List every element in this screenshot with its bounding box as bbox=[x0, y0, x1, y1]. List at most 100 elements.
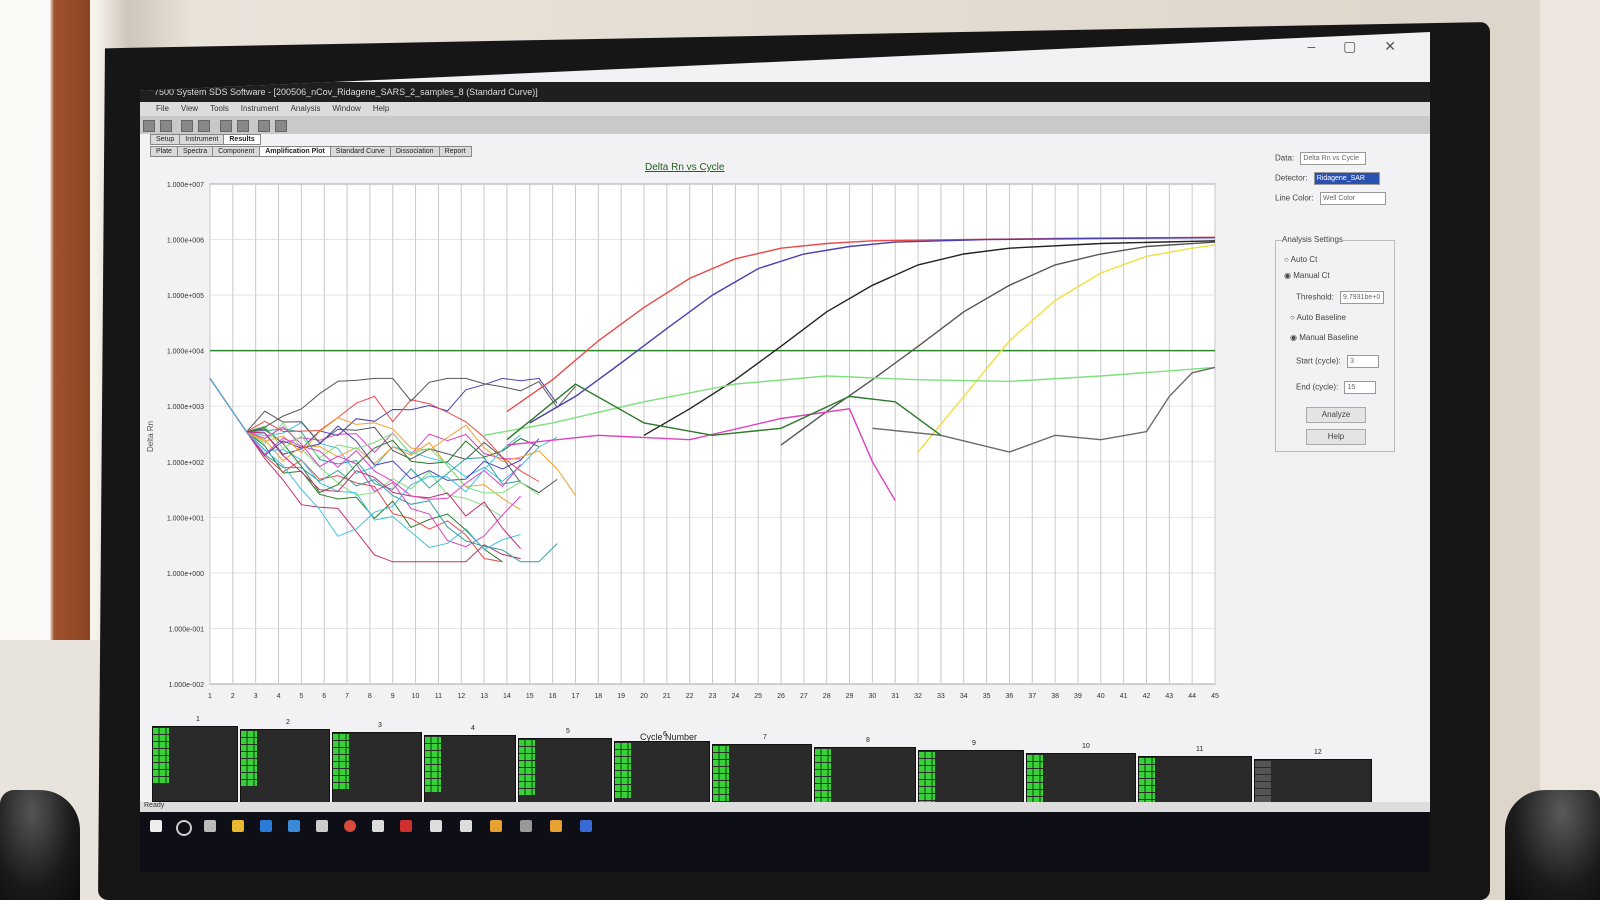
well[interactable] bbox=[919, 752, 935, 758]
plate-column-1[interactable] bbox=[152, 726, 238, 802]
well[interactable] bbox=[425, 772, 441, 778]
well[interactable] bbox=[241, 752, 257, 758]
well[interactable] bbox=[615, 764, 631, 770]
menu-item-view[interactable]: View bbox=[181, 104, 198, 113]
print-icon[interactable] bbox=[198, 120, 211, 132]
edge-icon[interactable] bbox=[260, 820, 272, 832]
well[interactable] bbox=[1139, 765, 1155, 771]
well[interactable] bbox=[713, 767, 729, 773]
menu-item-window[interactable]: Window bbox=[332, 104, 360, 113]
tab-instrument[interactable]: Instrument bbox=[179, 134, 225, 145]
well[interactable] bbox=[241, 731, 257, 737]
well[interactable] bbox=[425, 786, 441, 792]
people-icon[interactable] bbox=[550, 820, 562, 832]
well[interactable] bbox=[615, 785, 631, 791]
well[interactable] bbox=[815, 756, 831, 762]
well[interactable] bbox=[615, 757, 631, 763]
well[interactable] bbox=[333, 755, 349, 761]
well[interactable] bbox=[1027, 762, 1043, 768]
well[interactable] bbox=[615, 771, 631, 777]
well[interactable] bbox=[1139, 758, 1155, 764]
well[interactable] bbox=[615, 750, 631, 756]
well[interactable] bbox=[1139, 786, 1155, 792]
new-icon[interactable] bbox=[143, 120, 155, 132]
start-input[interactable]: 3 bbox=[1347, 355, 1380, 368]
well[interactable] bbox=[241, 766, 257, 772]
search-icon[interactable] bbox=[176, 820, 192, 836]
chrome-icon[interactable] bbox=[344, 820, 356, 832]
play-icon[interactable] bbox=[258, 120, 271, 132]
app-icon[interactable] bbox=[460, 820, 472, 832]
well[interactable] bbox=[615, 778, 631, 784]
well[interactable] bbox=[241, 780, 257, 786]
acrobat-icon[interactable] bbox=[400, 820, 412, 832]
well[interactable] bbox=[333, 748, 349, 754]
window-controls[interactable]: – ▢ ✕ bbox=[1307, 38, 1408, 55]
well[interactable] bbox=[713, 753, 729, 759]
well[interactable] bbox=[815, 791, 831, 797]
well[interactable] bbox=[815, 770, 831, 776]
well[interactable] bbox=[713, 760, 729, 766]
well[interactable] bbox=[153, 756, 169, 762]
well[interactable] bbox=[1255, 768, 1271, 774]
well[interactable] bbox=[1027, 755, 1043, 761]
well[interactable] bbox=[815, 749, 831, 755]
well[interactable] bbox=[519, 789, 535, 795]
well[interactable] bbox=[919, 766, 935, 772]
well[interactable] bbox=[919, 759, 935, 765]
plate-column-2[interactable] bbox=[240, 729, 330, 805]
well[interactable] bbox=[153, 763, 169, 769]
well[interactable] bbox=[333, 734, 349, 740]
well[interactable] bbox=[815, 784, 831, 790]
well[interactable] bbox=[153, 735, 169, 741]
well[interactable] bbox=[333, 762, 349, 768]
tab-spectra[interactable]: Spectra bbox=[176, 146, 214, 157]
well[interactable] bbox=[241, 745, 257, 751]
file-explorer-icon[interactable] bbox=[232, 820, 244, 832]
well[interactable] bbox=[519, 740, 535, 746]
tab-plate[interactable]: Plate bbox=[150, 146, 178, 157]
tab-setup[interactable]: Setup bbox=[150, 134, 181, 145]
threshold-input[interactable]: 9.7931be+0 bbox=[1340, 291, 1385, 304]
data-select[interactable]: Delta Rn vs Cycle bbox=[1300, 152, 1367, 165]
sds-software-icon[interactable] bbox=[580, 820, 592, 832]
app-icon[interactable] bbox=[430, 820, 442, 832]
well[interactable] bbox=[519, 747, 535, 753]
well[interactable] bbox=[333, 776, 349, 782]
well[interactable] bbox=[713, 774, 729, 780]
well[interactable] bbox=[153, 749, 169, 755]
well[interactable] bbox=[815, 777, 831, 783]
well[interactable] bbox=[153, 777, 169, 783]
well[interactable] bbox=[333, 783, 349, 789]
well[interactable] bbox=[615, 792, 631, 798]
save-icon[interactable] bbox=[181, 120, 194, 132]
well[interactable] bbox=[425, 779, 441, 785]
well[interactable] bbox=[153, 770, 169, 776]
well[interactable] bbox=[919, 794, 935, 800]
well[interactable] bbox=[1255, 775, 1271, 781]
task-view-icon[interactable] bbox=[204, 820, 216, 832]
manual-baseline-radio[interactable]: ◉ Manual Baseline bbox=[1290, 333, 1358, 342]
help-icon[interactable] bbox=[275, 120, 288, 132]
app-icon[interactable] bbox=[520, 820, 532, 832]
manual-ct-radio[interactable]: ◉ Manual Ct bbox=[1284, 271, 1330, 280]
tab-report[interactable]: Report bbox=[438, 146, 472, 157]
menu-item-help[interactable]: Help bbox=[373, 104, 389, 113]
well[interactable] bbox=[1139, 779, 1155, 785]
well[interactable] bbox=[153, 742, 169, 748]
well[interactable] bbox=[1027, 790, 1043, 796]
well[interactable] bbox=[1139, 793, 1155, 799]
well[interactable] bbox=[1139, 772, 1155, 778]
tab-dissociation[interactable]: Dissociation bbox=[389, 146, 440, 157]
well[interactable] bbox=[1255, 789, 1271, 795]
well[interactable] bbox=[333, 741, 349, 747]
mail-icon[interactable] bbox=[288, 820, 300, 832]
tab-standard-curve[interactable]: Standard Curve bbox=[329, 146, 391, 157]
well[interactable] bbox=[919, 787, 935, 793]
plate-column-3[interactable] bbox=[332, 732, 422, 808]
well[interactable] bbox=[1027, 783, 1043, 789]
app-icon[interactable] bbox=[372, 820, 384, 832]
well[interactable] bbox=[713, 788, 729, 794]
end-input[interactable]: 15 bbox=[1344, 381, 1377, 394]
detector-select[interactable]: Ridagene_SAR bbox=[1313, 172, 1380, 185]
